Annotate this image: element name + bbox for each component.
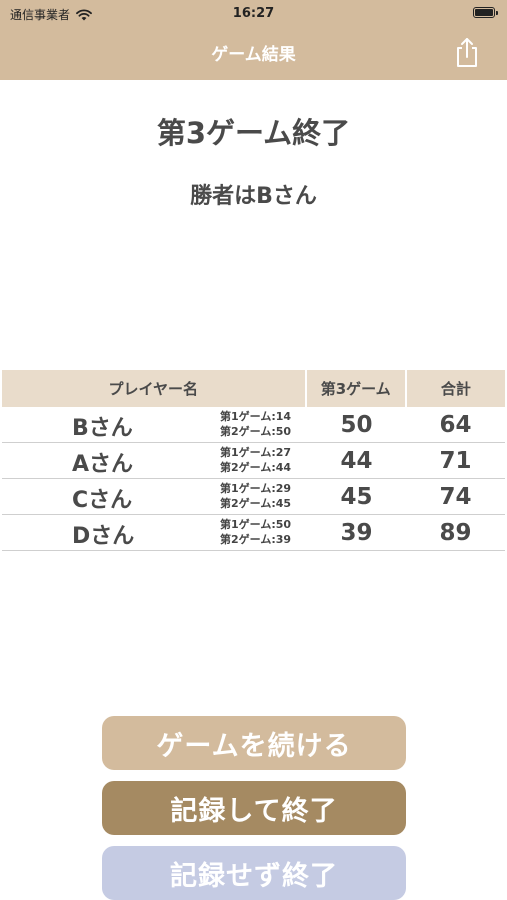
player-name: Bさん: [72, 416, 133, 441]
share-button[interactable]: [453, 36, 481, 68]
previous-scores: 第1ゲーム:27 第2ゲーム:44: [220, 445, 291, 475]
previous-scores: 第1ゲーム:14 第2ゲーム:50: [220, 409, 291, 439]
game3-score: 50: [340, 411, 373, 438]
previous-scores: 第1ゲーム:50 第2ゲーム:39: [220, 517, 291, 547]
nav-bar: 通信事業者 16:27 ゲーム結果: [0, 0, 507, 80]
header-game-score: 第3ゲーム: [304, 370, 405, 407]
status-time: 16:27: [232, 6, 275, 21]
header-total: 合計: [404, 370, 505, 407]
game2-score: 第2ゲーム:50: [220, 425, 292, 438]
table-row: Aさん 第1ゲーム:27 第2ゲーム:44 44 71: [2, 443, 505, 479]
results-table: プレイヤー名 第3ゲーム 合計 Bさん 第1ゲーム:14 第2ゲーム:50 50…: [2, 370, 505, 551]
total-score: 71: [439, 447, 472, 474]
player-cell: Bさん 第1ゲーム:14 第2ゲーム:50: [2, 407, 307, 442]
player-cell: Dさん 第1ゲーム:50 第2ゲーム:39: [2, 515, 307, 550]
game-result-title: 第3ゲーム終了: [156, 116, 351, 150]
winner-text: 勝者はBさん: [190, 184, 317, 209]
table-row: Dさん 第1ゲーム:50 第2ゲーム:39 39 89: [2, 515, 505, 551]
total-score: 64: [439, 411, 472, 438]
game1-score: 第1ゲーム:50: [220, 518, 292, 531]
player-cell: Cさん 第1ゲーム:29 第2ゲーム:45: [2, 479, 307, 514]
game3-score: 45: [340, 483, 373, 510]
continue-game-button[interactable]: ゲームを続ける: [102, 716, 406, 770]
total-score: 74: [439, 483, 472, 510]
game3-score: 44: [340, 447, 373, 474]
game2-score: 第2ゲーム:39: [220, 533, 292, 546]
table-row: Cさん 第1ゲーム:29 第2ゲーム:45 45 74: [2, 479, 505, 515]
save-and-end-button[interactable]: 記録して終了: [102, 781, 406, 835]
game1-score: 第1ゲーム:27: [220, 446, 292, 459]
header-player-name: プレイヤー名: [108, 380, 199, 398]
player-cell: Aさん 第1ゲーム:27 第2ゲーム:44: [2, 443, 307, 478]
game1-score: 第1ゲーム:29: [220, 482, 292, 495]
nav-title: ゲーム結果: [211, 45, 296, 65]
player-name: Cさん: [72, 488, 133, 513]
previous-scores: 第1ゲーム:29 第2ゲーム:45: [220, 481, 291, 511]
game1-score: 第1ゲーム:14: [220, 410, 292, 423]
battery-icon: [473, 7, 498, 18]
share-icon: [457, 38, 477, 67]
game3-score: 39: [340, 519, 373, 546]
game2-score: 第2ゲーム:45: [220, 497, 292, 510]
status-bar: 通信事業者 16:27: [0, 0, 507, 30]
game2-score: 第2ゲーム:44: [220, 461, 292, 474]
end-without-save-button[interactable]: 記録せず終了: [102, 846, 406, 900]
total-score: 89: [439, 519, 472, 546]
table-header: プレイヤー名 第3ゲーム 合計: [2, 370, 505, 407]
table-row: Bさん 第1ゲーム:14 第2ゲーム:50 50 64: [2, 407, 505, 443]
player-name: Aさん: [72, 452, 134, 477]
player-name: Dさん: [72, 524, 135, 549]
